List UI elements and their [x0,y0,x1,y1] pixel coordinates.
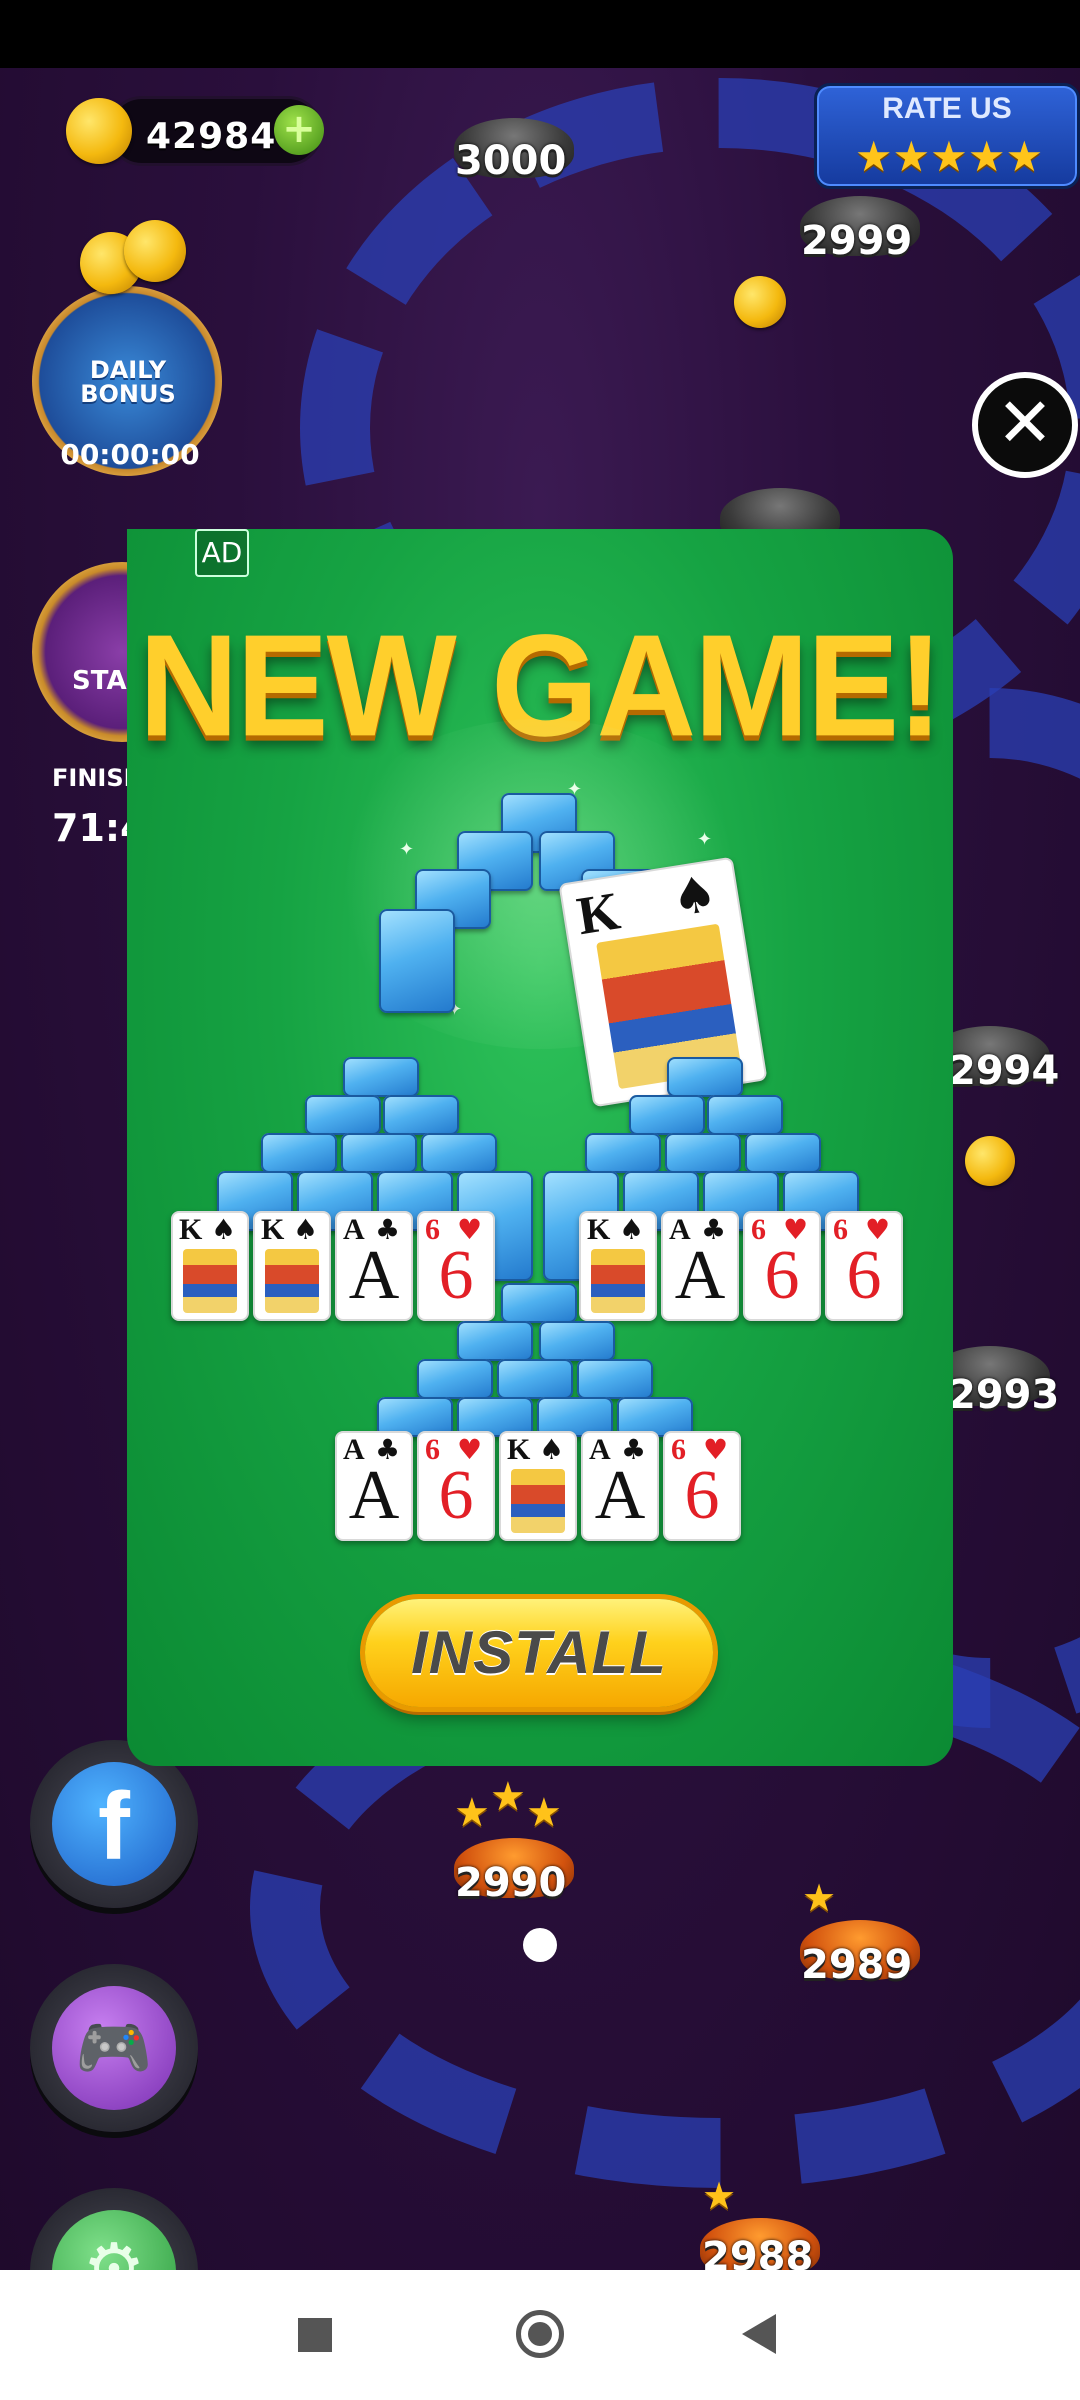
card: 6 ♥ 6 [663,1431,741,1541]
card: A ♣ A [335,1211,413,1321]
card-back [665,1133,741,1173]
back-button[interactable] [742,2314,776,2354]
level-number-partial: 2994 [948,1048,1060,1094]
daily-bonus-label: DAILY BONUS [80,356,176,408]
card-back [539,1321,615,1361]
card-back [501,1283,577,1323]
card: A ♣ A [335,1431,413,1541]
close-ad-button[interactable]: ✕ [972,372,1078,478]
coin-icon [965,1136,1015,1186]
king-face-icon [591,1249,645,1313]
star-icon: ★ [802,1876,837,1920]
card: A ♣ A [661,1211,739,1321]
card-back [629,1095,705,1135]
gear-icon: ⚙ [52,2210,176,2270]
king-face-icon [265,1249,319,1313]
card-back [421,1133,497,1173]
sparkle-icon: ✦ [399,839,415,860]
level-number: 2990 [455,1860,567,1906]
card: A ♣ A [581,1431,659,1541]
settings-button[interactable]: ⚙ [30,2188,198,2270]
card: K ♠ [253,1211,331,1321]
king-face-icon [183,1249,237,1313]
coin-icon [734,276,786,328]
card-back [707,1095,783,1135]
card: K ♠ [579,1211,657,1321]
rating-stars-icon: ★★★★★ [854,132,1044,181]
home-button[interactable] [516,2310,564,2358]
coin-count: 42984 [146,116,277,157]
daily-bonus-timer: 00:00:00 [60,438,200,471]
level-number: 2999 [801,218,913,264]
card: K ♠ [499,1431,577,1541]
coin-icon [66,98,132,164]
rate-us-button[interactable]: RATE US ★★★★★ [814,83,1080,189]
card-back [343,1057,419,1097]
card-back [383,1095,459,1135]
sparkle-icon: ✦ [697,829,713,850]
card: 6 ♥ 6 [417,1431,495,1541]
card-back [577,1359,653,1399]
card-back [379,909,455,1013]
ad-tag: AD [195,529,249,577]
level-number: 3000 [455,138,567,184]
star-icon: ★ [702,2174,737,2218]
gamepad-icon: 🎮 [52,1986,176,2110]
star-icon: ★ [526,1790,562,1836]
card-back [745,1133,821,1173]
add-coins-button[interactable]: + [274,105,324,155]
card-back [457,1321,533,1361]
page-indicator-dot [523,1928,557,1962]
card-back [667,1057,743,1097]
level-number-partial: 2993 [948,1372,1060,1418]
card-back [497,1359,573,1399]
card-back [585,1133,661,1173]
level-number: 2988 [702,2234,814,2270]
card: 6 ♥ 6 [825,1211,903,1321]
card: 6 ♥ 6 [743,1211,821,1321]
level-number: 2989 [801,1942,913,1988]
recent-apps-button[interactable] [298,2318,332,2352]
more-games-button[interactable]: 🎮 [30,1964,198,2132]
facebook-icon: f [52,1762,176,1886]
card-back [341,1133,417,1173]
card: 6 ♥ 6 [417,1211,495,1321]
card-back [261,1133,337,1173]
rate-us-label: RATE US [882,92,1012,125]
king-face-icon [511,1469,565,1533]
card: K ♠ [171,1211,249,1321]
star-icon: ★ [490,1774,526,1820]
status-bar [0,0,1080,68]
star-icon: ★ [454,1790,490,1836]
card-back [417,1359,493,1399]
install-button[interactable]: INSTALL [365,1599,713,1707]
coin-stack-icon [124,220,186,282]
card-back [305,1095,381,1135]
ad-banner[interactable]: AD NEW GAME! ✦ ✦ ✦ ✦ ✦ K ♠ K♠ K♠ [127,529,953,1766]
